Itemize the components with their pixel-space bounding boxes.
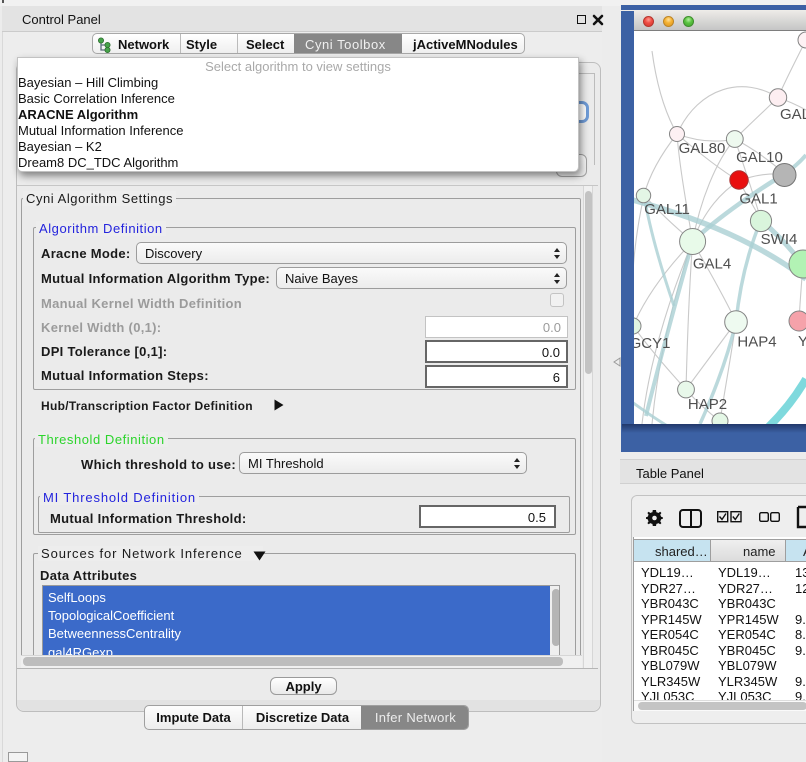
svg-text:GAL10: GAL10 — [736, 149, 783, 166]
svg-text:HAP4: HAP4 — [737, 334, 776, 351]
svg-text:GCY1: GCY1 — [634, 335, 670, 352]
svg-text:GAL4: GAL4 — [693, 256, 731, 273]
svg-text:HAP2: HAP2 — [688, 396, 727, 413]
svg-text:SWI4: SWI4 — [761, 231, 798, 248]
svg-text:GAL11: GAL11 — [644, 201, 690, 218]
svg-text:GAL1: GAL1 — [739, 191, 777, 208]
svg-text:YM: YM — [798, 333, 806, 350]
svg-text:GAL2: GAL2 — [780, 106, 806, 123]
svg-text:GAL80: GAL80 — [679, 140, 726, 157]
